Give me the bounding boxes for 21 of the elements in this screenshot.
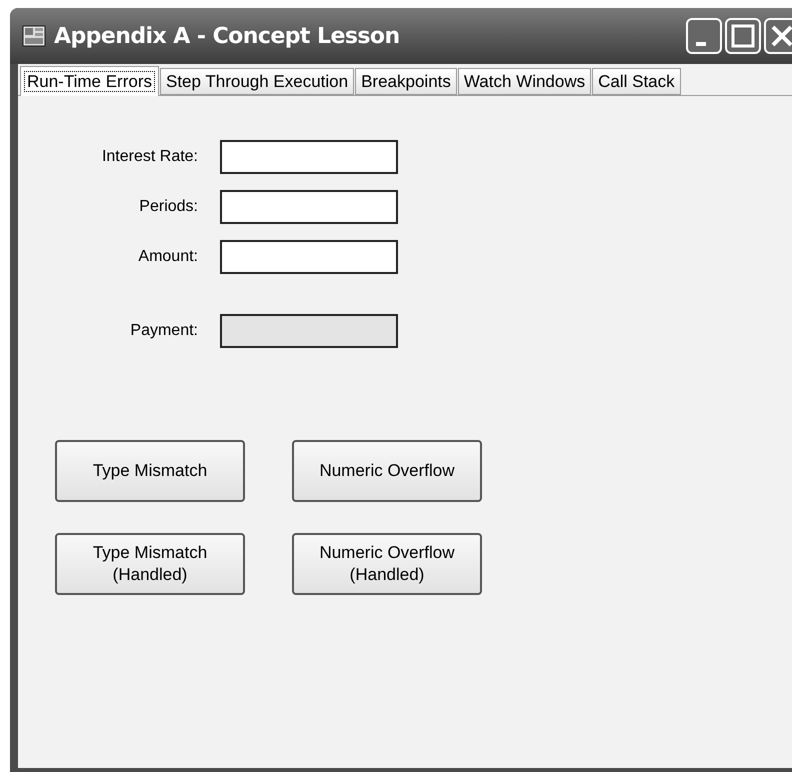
action-button[interactable]: Type Mismatch (Handled)	[55, 533, 245, 595]
action-button[interactable]: Numeric Overflow (Handled)	[292, 533, 482, 595]
field-label: Periods:	[138, 197, 198, 217]
action-button[interactable]: Numeric Overflow	[292, 440, 482, 502]
field-label: Amount:	[137, 247, 198, 267]
window-title: Appendix A - Concept Lesson	[54, 22, 400, 50]
tab[interactable]: Call Stack	[592, 68, 681, 95]
maximize-icon[interactable]	[725, 18, 761, 54]
tab[interactable]: Breakpoints	[355, 68, 457, 95]
minimize-icon[interactable]	[686, 18, 722, 54]
input-field[interactable]	[220, 140, 398, 174]
tab[interactable]: Step Through Execution	[160, 68, 354, 95]
app-icon	[22, 25, 46, 47]
input-field[interactable]	[220, 240, 398, 274]
action-button[interactable]: Type Mismatch	[55, 440, 245, 502]
tab[interactable]: Watch Windows	[458, 68, 592, 95]
input-field[interactable]	[220, 190, 398, 224]
tab[interactable]: Run-Time Errors	[20, 66, 159, 96]
field-label: Payment:	[129, 321, 198, 341]
close-icon[interactable]	[764, 18, 792, 54]
field-label: Interest Rate:	[100, 147, 198, 167]
